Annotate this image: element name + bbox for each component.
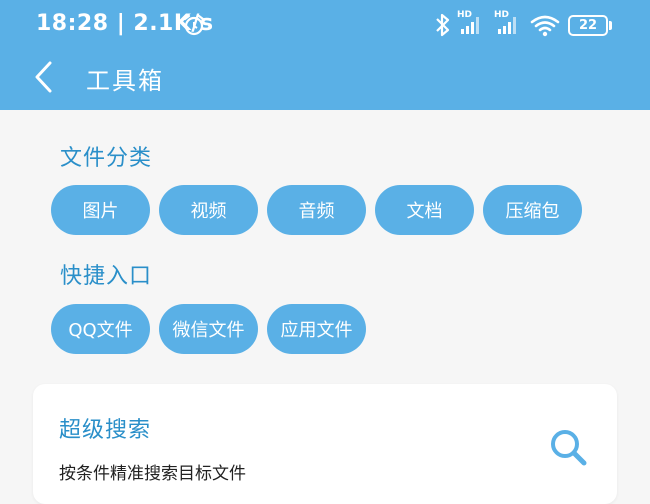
super-search-title: 超级搜索 (59, 418, 152, 443)
wechat-files-button[interactable]: 微信文件 (159, 304, 258, 354)
top-app-bar: 18:28 | 2.1K/s HD HD 22 工具箱 (0, 0, 650, 110)
file-categories-row: 图片 视频 音频 文档 压缩包 (51, 185, 582, 235)
super-search-description: 按条件精准搜索目标文件 (59, 464, 246, 484)
app-files-button[interactable]: 应用文件 (267, 304, 366, 354)
super-search-card[interactable]: 超级搜索 按条件精准搜索目标文件 (33, 384, 617, 504)
signal-icon: HD (457, 10, 483, 36)
file-categories-title: 文件分类 (60, 146, 153, 171)
status-bar: 18:28 | 2.1K/s HD HD 22 (0, 0, 650, 50)
qq-files-button[interactable]: QQ文件 (51, 304, 150, 354)
bluetooth-icon (436, 13, 450, 37)
category-videos-button[interactable]: 视频 (159, 185, 258, 235)
battery-icon: 22 (568, 15, 608, 36)
alarm-icon (183, 14, 205, 36)
category-audio-button[interactable]: 音频 (267, 185, 366, 235)
signal-icon-2: HD (494, 10, 520, 36)
back-arrow-icon[interactable] (32, 60, 56, 94)
category-archives-button[interactable]: 压缩包 (483, 185, 582, 235)
page-title: 工具箱 (86, 67, 164, 95)
category-images-button[interactable]: 图片 (51, 185, 150, 235)
category-documents-button[interactable]: 文档 (375, 185, 474, 235)
search-icon (551, 430, 587, 466)
wifi-icon (530, 15, 560, 37)
quick-entry-title: 快捷入口 (60, 264, 153, 289)
quick-entry-row: QQ文件 微信文件 应用文件 (51, 304, 366, 354)
battery-nub (609, 21, 612, 30)
